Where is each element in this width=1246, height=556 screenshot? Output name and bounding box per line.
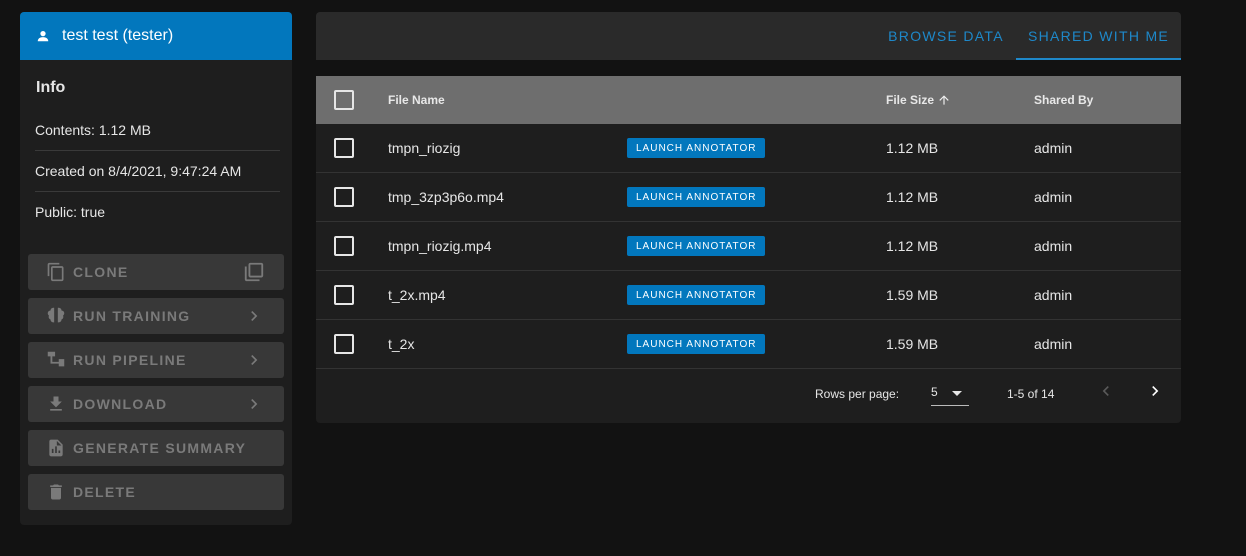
tab-bar: BROWSE DATA SHARED WITH ME	[316, 12, 1181, 60]
brain-icon	[44, 304, 68, 328]
user-label: test test (tester)	[62, 27, 174, 44]
generate-summary-button[interactable]: GENERATE SUMMARY	[28, 430, 284, 466]
rows-per-page-value: 5	[931, 385, 938, 399]
table-row[interactable]: tmpn_riozig LAUNCH ANNOTATOR 1.12 MB adm…	[316, 124, 1181, 173]
table-row[interactable]: t_2x LAUNCH ANNOTATOR 1.59 MB admin	[316, 320, 1181, 369]
file-name: tmp_3zp3p6o.mp4	[388, 189, 504, 205]
clone-library-icon	[242, 260, 266, 284]
run-training-label: RUN TRAINING	[73, 308, 191, 324]
chevron-left-icon[interactable]	[1096, 381, 1116, 404]
page-range: 1-5 of 14	[1007, 387, 1055, 401]
launch-annotator-button[interactable]: LAUNCH ANNOTATOR	[627, 236, 766, 256]
file-size: 1.12 MB	[886, 140, 939, 156]
file-name: tmpn_riozig.mp4	[388, 238, 492, 254]
download-icon	[44, 392, 68, 416]
trash-icon	[44, 480, 68, 504]
tab-browse-data[interactable]: BROWSE DATA	[876, 12, 1016, 60]
action-list: CLONE RUN TRAINING RUN PIPELINE DOWNLOAD…	[28, 254, 284, 518]
info-contents: Contents: 1.12 MB	[35, 110, 280, 151]
run-pipeline-button[interactable]: RUN PIPELINE	[28, 342, 284, 378]
table-header: File Name File Size Shared By	[316, 76, 1181, 124]
file-name: t_2x.mp4	[388, 287, 446, 303]
run-training-button[interactable]: RUN TRAINING	[28, 298, 284, 334]
chevron-right-icon	[242, 348, 266, 372]
info-public: Public: true	[35, 204, 106, 220]
caret-down-icon	[951, 387, 963, 401]
rows-per-page-label: Rows per page:	[815, 387, 900, 401]
delete-button[interactable]: DELETE	[28, 474, 284, 510]
launch-annotator-button[interactable]: LAUNCH ANNOTATOR	[627, 138, 766, 158]
user-bar[interactable]: test test (tester)	[20, 12, 292, 60]
info-title: Info	[36, 79, 66, 96]
table-row[interactable]: tmp_3zp3p6o.mp4 LAUNCH ANNOTATOR 1.12 MB…	[316, 173, 1181, 222]
header-file-name[interactable]: File Name	[388, 76, 445, 124]
shared-by: admin	[1034, 238, 1073, 254]
clone-label: CLONE	[73, 264, 129, 280]
tab-shared-with-me[interactable]: SHARED WITH ME	[1016, 12, 1181, 60]
header-file-size[interactable]: File Size	[886, 76, 951, 124]
header-shared-by[interactable]: Shared By	[1034, 76, 1093, 124]
launch-annotator-button[interactable]: LAUNCH ANNOTATOR	[627, 187, 766, 207]
chevron-right-icon	[242, 304, 266, 328]
chevron-right-icon[interactable]	[1145, 381, 1165, 404]
shared-by: admin	[1034, 287, 1073, 303]
info-created: Created on 8/4/2021, 9:47:24 AM	[35, 151, 280, 192]
file-size: 1.59 MB	[886, 336, 939, 352]
row-checkbox[interactable]	[334, 222, 354, 270]
delete-label: DELETE	[73, 484, 137, 500]
document-chart-icon	[44, 436, 68, 460]
sidebar: test test (tester) Info Contents: 1.12 M…	[20, 12, 292, 525]
file-name: tmpn_riozig	[388, 140, 461, 156]
file-name: t_2x	[388, 336, 415, 352]
pipeline-icon	[44, 348, 68, 372]
sort-arrow-up-icon	[937, 93, 951, 107]
row-checkbox[interactable]	[334, 271, 354, 319]
active-tab-indicator	[1016, 58, 1181, 60]
table-row[interactable]: t_2x.mp4 LAUNCH ANNOTATOR 1.59 MB admin	[316, 271, 1181, 320]
shared-by: admin	[1034, 140, 1073, 156]
launch-annotator-button[interactable]: LAUNCH ANNOTATOR	[627, 285, 766, 305]
header-file-size-label: File Size	[886, 93, 935, 107]
download-label: DOWNLOAD	[73, 396, 168, 412]
row-checkbox[interactable]	[334, 124, 354, 172]
row-checkbox[interactable]	[334, 173, 354, 221]
shared-by: admin	[1034, 336, 1073, 352]
file-size: 1.12 MB	[886, 238, 939, 254]
select-all-checkbox[interactable]	[334, 76, 354, 124]
pagination: Rows per page: 5 1-5 of 14	[316, 365, 1181, 423]
generate-summary-label: GENERATE SUMMARY	[73, 440, 247, 456]
data-table: File Name File Size Shared By tmpn_riozi…	[316, 76, 1181, 423]
rows-per-page-select[interactable]: 5	[931, 379, 969, 406]
tab-shared-label: SHARED WITH ME	[1027, 28, 1170, 44]
clone-button[interactable]: CLONE	[28, 254, 284, 290]
launch-annotator-button[interactable]: LAUNCH ANNOTATOR	[627, 334, 766, 354]
table-row[interactable]: tmpn_riozig.mp4 LAUNCH ANNOTATOR 1.12 MB…	[316, 222, 1181, 271]
file-size: 1.59 MB	[886, 287, 939, 303]
download-button[interactable]: DOWNLOAD	[28, 386, 284, 422]
file-size: 1.12 MB	[886, 189, 939, 205]
shared-by: admin	[1034, 189, 1073, 205]
run-pipeline-label: RUN PIPELINE	[73, 352, 187, 368]
person-icon	[36, 28, 52, 44]
chevron-right-icon	[242, 392, 266, 416]
clone-icon	[44, 260, 68, 284]
row-checkbox[interactable]	[334, 320, 354, 368]
